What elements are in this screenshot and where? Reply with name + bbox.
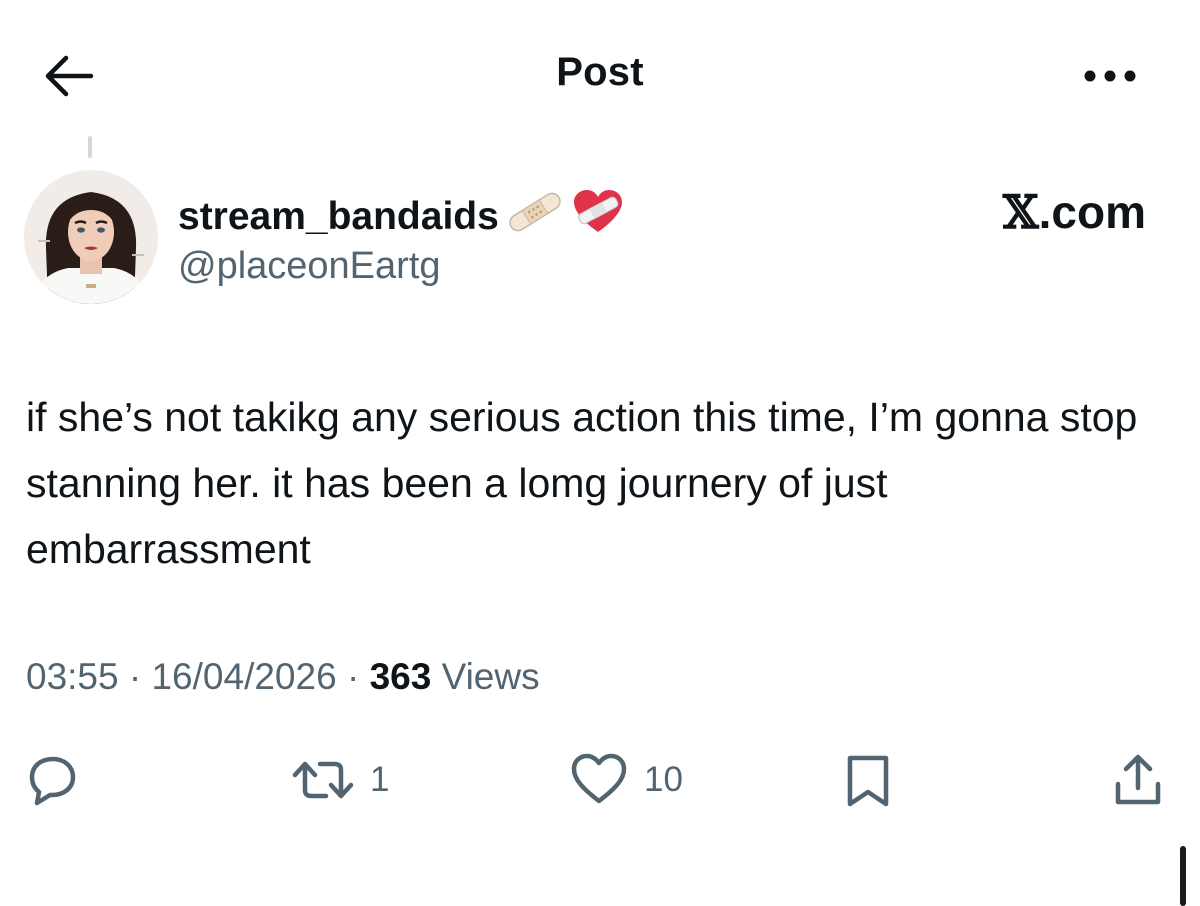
author-name-text: stream_bandaids [178,195,499,238]
meta-separator-2: · [336,656,370,697]
watermark-text: .com [1038,186,1146,238]
reply-button[interactable] [22,740,96,820]
reply-icon [29,756,76,806]
repost-icon [292,761,354,799]
views-count[interactable]: 363 [370,656,432,697]
page-title: Post [556,50,644,94]
like-button[interactable]: 10 [568,740,683,820]
more-horizontal-icon [1084,70,1136,82]
views-label: Views [431,656,540,697]
post-date: 16/04/2026 [151,656,337,697]
post-text: if she’s not takikg any serious action t… [26,394,1138,572]
like-count: 10 [644,760,683,799]
share-button[interactable] [1108,740,1168,820]
action-bar: 1 10 [0,740,1200,820]
x-logo-glyph: 𝕏 [1002,185,1039,239]
post-time: 03:55 [26,656,119,697]
thread-connector-line [88,136,92,158]
repost-button[interactable]: 1 [290,740,389,820]
bookmark-button[interactable] [840,740,896,820]
scrollbar-indicator[interactable] [1180,846,1186,906]
meta-separator-1: · [118,656,152,697]
mending-heart-emoji-icon [571,188,625,246]
top-bar: Post [0,0,1200,150]
adhesive-bandage-emoji-icon [503,190,567,244]
bookmark-icon [847,755,889,807]
share-icon [1115,754,1161,805]
x-com-watermark: 𝕏 .com [1003,185,1146,239]
avatar[interactable] [24,170,158,304]
avatar-portrait-image [24,170,158,304]
author-handle[interactable]: @placeonEartg [178,245,441,288]
heart-icon [571,753,627,804]
post-metadata: 03:55 · 16/04/2026 · 363 Views [26,656,540,698]
repost-count: 1 [370,760,390,799]
more-options-button[interactable] [1070,52,1150,100]
author-display-name[interactable]: stream_bandaids [178,188,625,246]
